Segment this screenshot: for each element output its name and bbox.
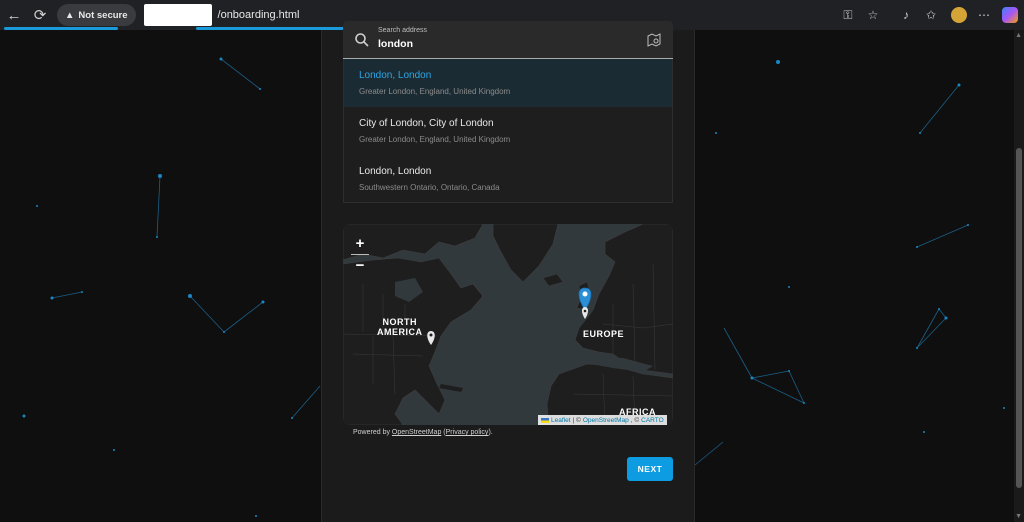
suggestion-subtitle: Greater London, England, United Kingdom [359,87,511,96]
security-label: Not secure [78,9,128,21]
favorites-icon[interactable]: ✩ [920,4,942,26]
extensions-icon[interactable]: ♪ [895,4,917,26]
key-icon[interactable]: ⚿ [837,4,859,26]
address-search-box[interactable]: Search address [343,21,673,59]
reload-icon[interactable]: ⟳ [29,4,51,26]
zoom-out-button[interactable]: − [349,254,371,276]
leaflet-link[interactable]: Leaflet [551,417,571,424]
powered-close: ). [488,429,493,436]
scroll-down-arrow-icon[interactable]: ▼ [1015,513,1022,520]
search-label: Search address [378,27,428,34]
suggestion-subtitle: Southwestern Ontario, Ontario, Canada [359,183,500,192]
page-scrollbar[interactable]: ▲ ▼ [1014,30,1024,522]
next-button[interactable]: NEXT [627,457,673,481]
zoom-in-button[interactable]: + [349,232,371,254]
url-path[interactable]: /onboarding.html [218,9,300,21]
osm-link[interactable]: OpenStreetMap [392,429,441,436]
copilot-icon[interactable] [1002,7,1018,23]
zoom-control: + − [349,232,371,276]
attribution-sep: , © [630,416,640,424]
osm-attribution-link[interactable]: OpenStreetMap [583,417,629,424]
search-icon [355,32,369,47]
suggestion-title: City of London, City of London [359,118,494,129]
powered-by-note: Powered by OpenStreetMap (Privacy policy… [353,429,493,436]
profile-avatar[interactable] [951,7,967,23]
warning-icon: ▲ [65,9,75,21]
back-icon[interactable]: ← [3,4,25,26]
security-chip[interactable]: ▲ Not secure [57,4,136,26]
suggestion-subtitle: Greater London, England, United Kingdom [359,135,511,144]
ukraine-flag-icon [541,417,549,423]
map-search-icon[interactable] [647,32,661,47]
suggestion-title: London, London [359,166,432,177]
location-map[interactable]: NORTH AMERICA EUROPE AFRICA [343,224,673,425]
powered-prefix: Powered by [353,429,390,436]
more-icon[interactable]: ⋯ [973,4,995,26]
search-input[interactable] [378,38,578,50]
suggestion-title: London, London [359,70,432,81]
attribution-sep: | © [572,416,581,424]
suggestion-item[interactable]: City of London, City of London Greater L… [344,107,672,155]
scroll-thumb[interactable] [1016,148,1022,488]
privacy-policy-link[interactable]: Privacy policy [446,429,489,436]
star-icon[interactable]: ☆ [862,4,884,26]
suggestion-item[interactable]: London, London Greater London, England, … [344,59,672,107]
map-attribution: Leaflet | © OpenStreetMap , © CARTO [538,415,667,425]
map-label-north-america: NORTH AMERICA [377,317,423,337]
scroll-up-arrow-icon[interactable]: ▲ [1015,32,1022,39]
map-label-europe: EUROPE [583,329,625,339]
suggestion-list: London, London Greater London, England, … [343,59,673,203]
suggestion-item[interactable]: London, London Southwestern Ontario, Ont… [344,155,672,203]
redacted-host [143,4,212,26]
carto-link[interactable]: CARTO [641,417,664,424]
